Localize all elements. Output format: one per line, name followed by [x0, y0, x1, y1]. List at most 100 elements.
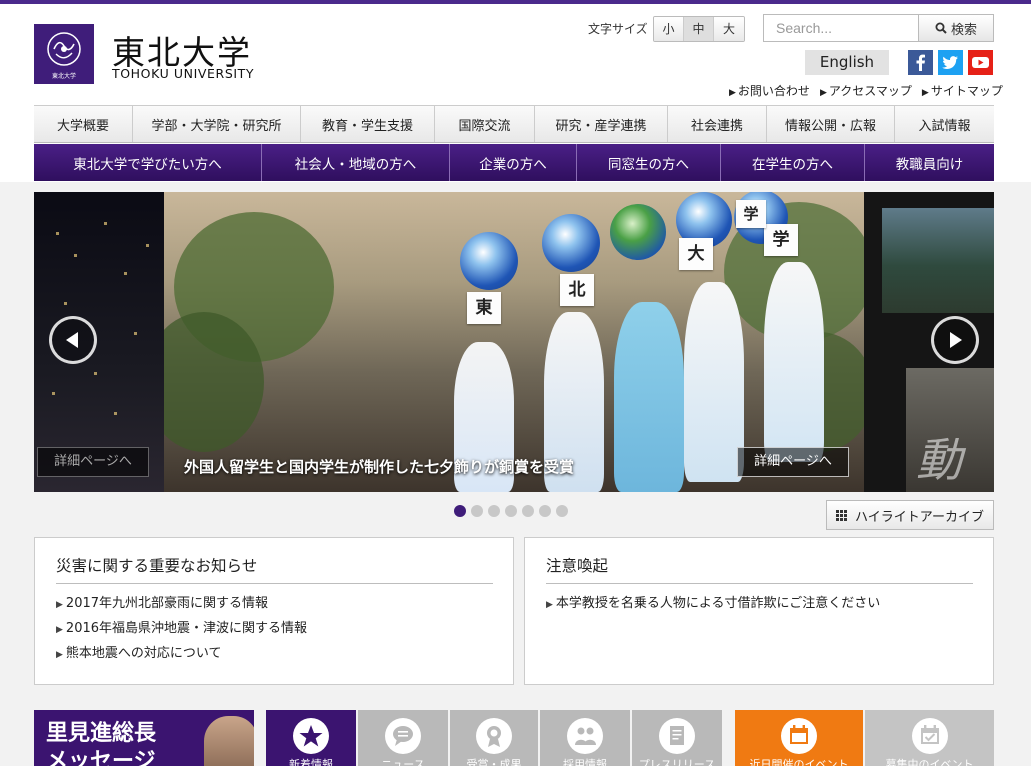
highlight-archive-button[interactable]: ハイライトアーカイブ	[826, 500, 994, 530]
search-icon	[935, 22, 947, 34]
slide-sign: 東	[467, 292, 501, 324]
people-icon	[567, 718, 603, 754]
nav-faculties[interactable]: 学部・大学院・研究所	[133, 106, 301, 142]
facebook-icon[interactable]	[908, 50, 933, 75]
tab-awards[interactable]: 受賞・成果	[450, 710, 538, 771]
list-item[interactable]: ▶ 2017年九州北部豪雨に関する情報	[56, 596, 307, 621]
slide-caption[interactable]: 外国人留学生と国内学生が制作した七夕飾りが銅賞を受賞	[184, 456, 574, 477]
search-button[interactable]: 検索	[918, 14, 994, 42]
president-message-line1: 里見進総長	[46, 721, 157, 746]
slide-sign: 学	[764, 224, 798, 256]
grid-icon	[836, 509, 848, 521]
slider-prev-button[interactable]	[49, 316, 97, 364]
caution-notices-panel: 注意喚起 ▶ 本学教授を名乗る人物による寸借詐欺にご注意ください	[524, 537, 994, 685]
seal-icon: 東北大学	[34, 24, 94, 84]
audience-nav: 東北大学で学びたい方へ 社会人・地域の方へ 企業の方へ 同窓生の方へ 在学生の方…	[34, 144, 994, 181]
star-icon	[293, 718, 329, 754]
news-event-tabs: 新着情報 ニュース 受賞・成果 採用情報 プレスリリース 近日開催のイベント 募…	[264, 710, 994, 771]
nav-about[interactable]: 大学概要	[34, 106, 133, 142]
disaster-notices-list: ▶ 2017年九州北部豪雨に関する情報 ▶ 2016年福島県沖地震・津波に関する情報…	[56, 596, 307, 671]
tab-press-releases[interactable]: プレスリリース	[632, 710, 722, 771]
triangle-icon: ▶	[819, 88, 827, 98]
search-input[interactable]	[763, 14, 918, 42]
slider-dot[interactable]	[556, 505, 568, 517]
triangle-icon: ▶	[546, 600, 553, 610]
triangle-icon: ▶	[56, 600, 63, 610]
slider-dot[interactable]	[505, 505, 517, 517]
audience-public[interactable]: 社会人・地域の方へ	[262, 144, 450, 181]
medal-icon	[476, 718, 512, 754]
divider	[56, 583, 493, 584]
slider-dot[interactable]	[454, 505, 466, 517]
slide-sign: 学	[736, 200, 766, 228]
caution-notices-title: 注意喚起	[546, 557, 609, 575]
slide-sign: 大	[679, 238, 713, 270]
calendar-check-icon	[911, 718, 948, 754]
speech-bubble-icon	[385, 718, 421, 754]
next-slide-label: 動	[916, 433, 962, 487]
slider-pagination	[454, 505, 568, 517]
search-button-label: 検索	[950, 22, 977, 38]
tab-upcoming-events[interactable]: 近日開催のイベント	[735, 710, 863, 771]
triangle-icon: ▶	[921, 88, 929, 98]
utility-link-contact[interactable]: ▶ お問い合わせ	[729, 82, 810, 99]
font-size-switcher: 小 中 大	[653, 16, 745, 42]
english-site-button[interactable]: English	[805, 50, 889, 75]
slider-dot[interactable]	[471, 505, 483, 517]
triangle-icon: ▶	[729, 88, 736, 98]
tab-recruitment[interactable]: 採用情報	[540, 710, 630, 771]
disaster-notices-panel: 災害に関する重要なお知らせ ▶ 2017年九州北部豪雨に関する情報 ▶ 2016年福…	[34, 537, 514, 685]
seal-text: 東北大学	[51, 73, 76, 80]
audience-prospective[interactable]: 東北大学で学びたい方へ	[34, 144, 262, 181]
site-search: 検索	[763, 14, 994, 42]
highlight-slider: 東 北 大 学 学 外国人留学生と国内学生が制作した七夕飾りが銅賞を受賞 動 詳…	[34, 192, 994, 492]
global-nav: 大学概要 学部・大学院・研究所 教育・学生支援 国際交流 研究・産学連携 社会連…	[34, 105, 994, 143]
nav-education[interactable]: 教育・学生支援	[301, 106, 435, 142]
president-message-banner[interactable]: 里見進総長 メッセージ	[34, 710, 254, 766]
highlight-archive-label: ハイライトアーカイブ	[855, 509, 984, 525]
audience-alumni[interactable]: 同窓生の方へ	[577, 144, 721, 181]
audience-business[interactable]: 企業の方へ	[450, 144, 577, 181]
slider-next-button[interactable]	[931, 316, 979, 364]
triangle-icon: ▶	[56, 650, 63, 660]
president-message-line2: メッセージ	[46, 749, 156, 766]
slide-detail-button[interactable]: 詳細ページへ	[737, 447, 849, 477]
font-size-medium-button[interactable]: 中	[684, 17, 714, 41]
logo-english: TOHOKU UNIVERSITY	[112, 66, 255, 81]
list-item[interactable]: ▶ 本学教授を名乗る人物による寸借詐欺にご注意ください	[546, 596, 880, 621]
nav-admissions[interactable]: 入試情報	[895, 106, 994, 142]
tab-news[interactable]: ニュース	[358, 710, 448, 771]
youtube-icon[interactable]	[968, 50, 993, 75]
nav-disclosure[interactable]: 情報公開・広報	[767, 106, 895, 142]
tab-new-info[interactable]: 新着情報	[266, 710, 356, 771]
divider	[546, 583, 973, 584]
audience-staff[interactable]: 教職員向け	[865, 144, 994, 181]
slider-dot[interactable]	[488, 505, 500, 517]
utility-links: ▶ お問い合わせ ▶ アクセスマップ ▶ サイトマップ	[729, 82, 1003, 99]
calendar-icon	[781, 718, 817, 754]
triangle-icon: ▶	[56, 625, 63, 635]
nav-community[interactable]: 社会連携	[668, 106, 767, 142]
list-item[interactable]: ▶ 熊本地震への対応について	[56, 646, 307, 671]
document-icon	[659, 718, 695, 754]
nav-international[interactable]: 国際交流	[435, 106, 535, 142]
arrow-right-icon	[950, 332, 962, 348]
nav-research[interactable]: 研究・産学連携	[535, 106, 668, 142]
slider-dot[interactable]	[539, 505, 551, 517]
font-size-small-button[interactable]: 小	[654, 17, 684, 41]
tab-open-events[interactable]: 募集中のイベント	[865, 710, 994, 771]
slide-sign: 北	[560, 274, 594, 306]
arrow-left-icon	[66, 332, 78, 348]
disaster-notices-title: 災害に関する重要なお知らせ	[56, 557, 258, 575]
caution-notices-list: ▶ 本学教授を名乗る人物による寸借詐欺にご注意ください	[546, 596, 880, 621]
font-size-label: 文字サイズ	[588, 22, 648, 36]
twitter-icon[interactable]	[938, 50, 963, 75]
audience-students[interactable]: 在学生の方へ	[721, 144, 865, 181]
list-item[interactable]: ▶ 2016年福島県沖地震・津波に関する情報	[56, 621, 307, 646]
prev-slide-detail-button[interactable]: 詳細ページへ	[37, 447, 149, 477]
slider-dot[interactable]	[522, 505, 534, 517]
university-logo[interactable]: 東北大学 東北大学 TOHOKU UNIVERSITY	[34, 24, 274, 88]
utility-link-access-map[interactable]: ▶ アクセスマップ	[820, 82, 912, 99]
font-size-large-button[interactable]: 大	[714, 17, 744, 41]
utility-link-sitemap[interactable]: ▶ サイトマップ	[922, 82, 1003, 99]
